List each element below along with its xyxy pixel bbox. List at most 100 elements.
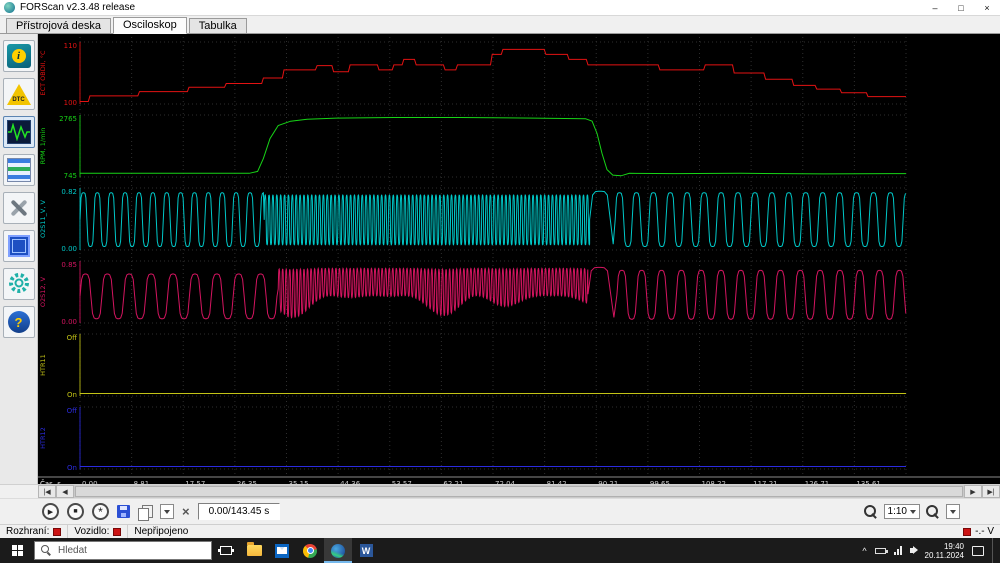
svg-text:HTR11: HTR11 xyxy=(39,354,47,376)
scroll-first-button[interactable]: |◀ xyxy=(38,485,56,498)
stop-button[interactable]: ■ xyxy=(67,503,84,520)
taskbar-search-input[interactable]: Hledat xyxy=(34,541,212,560)
zoom-out-icon[interactable] xyxy=(863,504,878,519)
copy-icon[interactable] xyxy=(138,504,153,521)
svg-text:0.00: 0.00 xyxy=(82,480,98,484)
tray-expand-icon[interactable]: ^ xyxy=(862,546,866,556)
chevron-down-icon xyxy=(950,509,956,514)
configuration-button[interactable] xyxy=(2,230,35,262)
channel-ect: 110 100 ECT OBDII, °C xyxy=(39,42,906,107)
folder-icon xyxy=(246,542,262,556)
search-icon xyxy=(41,545,52,556)
svg-text:100: 100 xyxy=(64,99,77,107)
window-controls: – □ × xyxy=(922,0,1000,15)
tab-osciloskop[interactable]: Osciloskop xyxy=(112,17,187,34)
oscilloscope-button[interactable] xyxy=(2,116,35,148)
record-settings-button[interactable]: * xyxy=(92,503,109,520)
status-bar: Rozhraní: Vozidlo: Nepřipojeno -.- V xyxy=(0,524,1000,538)
channel-o2s11: 0.82 0.00 O2S11_V, V xyxy=(39,188,906,253)
svg-text:135.61: 135.61 xyxy=(856,480,881,484)
maximize-button[interactable]: □ xyxy=(948,0,974,15)
mail-button[interactable] xyxy=(268,538,296,563)
svg-text:745: 745 xyxy=(64,172,77,180)
forscan-window: FORScan v2.3.48 release – □ × Přístrojov… xyxy=(0,0,1000,538)
interface-label: Rozhraní: xyxy=(6,526,50,537)
scroll-last-button[interactable]: ▶| xyxy=(982,485,1000,498)
settings-button[interactable] xyxy=(2,268,35,300)
chevron-down-icon xyxy=(910,509,916,514)
system-tray: ^ 19:40 20.11.2024 xyxy=(862,538,1000,563)
clock-date: 20.11.2024 xyxy=(924,550,964,560)
forscan-taskbar-button[interactable] xyxy=(324,538,352,563)
svg-text:108.22: 108.22 xyxy=(702,480,727,484)
save-icon[interactable] xyxy=(117,505,130,518)
minimize-button[interactable]: – xyxy=(922,0,948,15)
word-button[interactable]: W xyxy=(352,538,380,563)
scroll-prev-button[interactable]: ◀ xyxy=(56,485,74,498)
tab-pristrojova-deska[interactable]: Přístrojová deska xyxy=(6,18,111,33)
action-center-icon[interactable] xyxy=(972,545,984,556)
window-title: FORScan v2.3.48 release xyxy=(20,2,136,13)
network-icon[interactable] xyxy=(893,546,902,555)
task-view-button[interactable] xyxy=(212,538,240,563)
oscilloscope-plot[interactable]: 0.00 8.81 17.57 26.35 35.15 44.36 53.57 62.21 72… xyxy=(38,34,1000,484)
trace-rpm xyxy=(80,117,907,177)
vehicle-status-led xyxy=(113,527,122,536)
play-button[interactable]: ▶ xyxy=(42,503,59,520)
svg-text:0.00: 0.00 xyxy=(61,318,77,326)
close-button[interactable]: × xyxy=(974,0,1000,15)
svg-text:8.81: 8.81 xyxy=(134,480,150,484)
playback-time-display: 0.00/143.45 s xyxy=(197,503,281,520)
trace-o2s12 xyxy=(79,266,907,320)
forscan-app-icon xyxy=(4,2,15,13)
svg-text:ECT OBDII, °C: ECT OBDII, °C xyxy=(39,50,47,95)
svg-text:2765: 2765 xyxy=(59,115,77,123)
battery-icon[interactable] xyxy=(874,547,888,554)
clear-button[interactable]: × xyxy=(182,505,190,518)
service-button[interactable] xyxy=(2,192,35,224)
task-view-icon xyxy=(220,546,232,555)
scroll-next-button[interactable]: ▶ xyxy=(964,485,982,498)
zoom-scale-select[interactable]: 1:10 xyxy=(883,504,920,519)
vehicle-status: Vozidlo: xyxy=(68,525,127,538)
chrome-button[interactable] xyxy=(296,538,324,563)
volume-icon[interactable] xyxy=(909,546,918,554)
file-explorer-button[interactable] xyxy=(240,538,268,563)
tab-bar: Přístrojová deska Osciloskop Tabulka xyxy=(0,16,1000,34)
scrollbar-thumb[interactable] xyxy=(75,486,963,497)
voltage-value: -.- V xyxy=(975,526,994,537)
start-button[interactable] xyxy=(0,538,34,563)
time-axis-label: Čas, s xyxy=(40,479,61,484)
zoom-in-icon[interactable] xyxy=(926,504,940,519)
svg-text:RPM, 1/min: RPM, 1/min xyxy=(39,128,47,165)
vehicle-info-button[interactable]: i xyxy=(2,40,35,72)
show-desktop-button[interactable] xyxy=(992,538,996,563)
svg-text:On: On xyxy=(67,391,77,399)
tab-tabulka[interactable]: Tabulka xyxy=(188,18,247,33)
taskbar-clock[interactable]: 19:40 20.11.2024 xyxy=(925,542,964,560)
svg-text:81.42: 81.42 xyxy=(547,480,567,484)
titlebar[interactable]: FORScan v2.3.48 release – □ × xyxy=(0,0,1000,16)
sidebar: i DTC ? xyxy=(0,34,38,484)
svg-text:110: 110 xyxy=(64,42,77,50)
tests-button[interactable] xyxy=(2,154,35,186)
svg-text:53.57: 53.57 xyxy=(392,480,412,484)
about-button[interactable]: ? xyxy=(2,306,35,338)
oscilloscope-canvas: 0.00 8.81 17.57 26.35 35.15 44.36 53.57 62.21 72… xyxy=(38,37,1000,484)
help-icon: ? xyxy=(7,311,30,333)
mail-icon xyxy=(275,543,289,558)
grid xyxy=(79,37,907,475)
dtc-button[interactable]: DTC xyxy=(2,78,35,110)
scrollbar-track[interactable] xyxy=(74,485,964,498)
svg-text:0.85: 0.85 xyxy=(61,261,77,269)
format-dropdown[interactable] xyxy=(160,504,174,519)
table-icon xyxy=(6,158,31,182)
svg-text:62.21: 62.21 xyxy=(443,480,463,484)
channel-htr11: Off On HTR11 xyxy=(39,334,906,399)
vehicle-label: Vozidlo: xyxy=(74,526,110,537)
connection-status: Nepřipojeno xyxy=(134,526,189,537)
wrench-icon xyxy=(7,196,31,220)
zoom-options-dropdown[interactable] xyxy=(946,504,960,519)
main-area: i DTC ? 0.00 8.81 17.57 26.35 35.15 44.3… xyxy=(0,34,1000,484)
gear-icon xyxy=(6,270,32,299)
